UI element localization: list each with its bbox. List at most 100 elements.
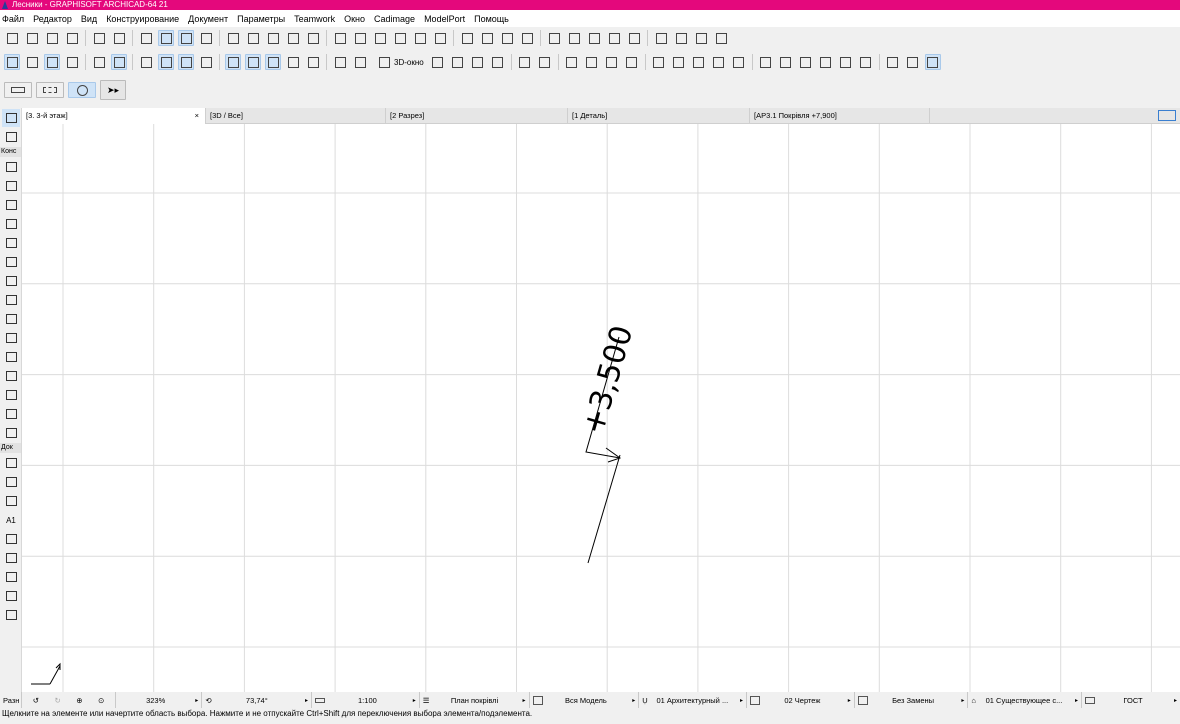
menu-view[interactable]: Вид: [81, 14, 97, 24]
window-tool-icon[interactable]: [2, 215, 20, 233]
view-tool-b-7-icon[interactable]: [564, 54, 580, 70]
elevation-marker[interactable]: +3,500: [576, 322, 640, 564]
toolbar-tool-21-icon[interactable]: [432, 30, 448, 46]
view-tool-8-icon[interactable]: [158, 54, 174, 70]
column-tool-icon[interactable]: [2, 177, 20, 195]
toolbar-tool-17-icon[interactable]: [352, 30, 368, 46]
toolbar-tool-23-icon[interactable]: [479, 30, 495, 46]
marquee-tool-icon[interactable]: [2, 128, 20, 146]
menu-modelport[interactable]: ModelPort: [424, 14, 465, 24]
wall-tool-icon[interactable]: [2, 158, 20, 176]
toolbar-tool-32-icon[interactable]: [673, 30, 689, 46]
arrow-tool-icon[interactable]: [2, 109, 20, 127]
view-tool-b-16-icon[interactable]: [758, 54, 774, 70]
tab-section[interactable]: [2 Разрез]: [386, 108, 568, 124]
menu-window[interactable]: Окно: [344, 14, 365, 24]
angle-field[interactable]: ⟲ 73,74° ▸: [202, 692, 313, 708]
3d-window-button[interactable]: 3D-окно: [374, 54, 424, 70]
tab-3d[interactable]: [3D / Все]: [206, 108, 386, 124]
view-tool-9-icon[interactable]: [178, 54, 194, 70]
toolbar-tool-14-icon[interactable]: [285, 30, 301, 46]
stair-tool-icon[interactable]: [2, 272, 20, 290]
view-tool-13-icon[interactable]: [265, 54, 281, 70]
tab-detail[interactable]: [1 Деталь]: [568, 108, 750, 124]
toolbar-tool-9-icon[interactable]: [178, 30, 194, 46]
toolbar-tool-1-icon[interactable]: [4, 30, 20, 46]
tab-layout[interactable]: [АР3.1 Покрівля +7,900]: [750, 108, 930, 124]
toolbar-tool-31-icon[interactable]: [653, 30, 669, 46]
menu-design[interactable]: Конструирование: [106, 14, 179, 24]
toolbar-tool-6-icon[interactable]: [111, 30, 127, 46]
toolbar-tool-30-icon[interactable]: [626, 30, 642, 46]
line-tool-icon[interactable]: [2, 549, 20, 567]
view-tool-16-icon[interactable]: [332, 54, 348, 70]
menu-teamwork[interactable]: Teamwork: [294, 14, 335, 24]
marquee-option-button[interactable]: [4, 82, 32, 98]
toolbar-tool-5-icon[interactable]: [91, 30, 107, 46]
toolbar-tool-10-icon[interactable]: [198, 30, 214, 46]
layer-combo-field[interactable]: ☰ План покрівлі ▸: [420, 692, 530, 708]
morph-tool-icon[interactable]: [2, 424, 20, 442]
circle-tool-icon[interactable]: [2, 568, 20, 586]
arrow-tool-button[interactable]: ➤▸: [100, 80, 126, 100]
close-tab-icon[interactable]: ×: [195, 108, 199, 124]
toolbar-tool-28-icon[interactable]: [586, 30, 602, 46]
toolbar-tool-2-icon[interactable]: [24, 30, 40, 46]
menu-document[interactable]: Документ: [188, 14, 228, 24]
pen-set-field[interactable]: Ụ 01 Архитектурный ... ▸: [639, 692, 747, 708]
renovation-field[interactable]: ⌂ 01 Существующее с... ▸: [968, 692, 1083, 708]
rotate-marquee-button[interactable]: [68, 82, 96, 98]
roof-tool-icon[interactable]: [2, 310, 20, 328]
view-tool-b-15-icon[interactable]: [731, 54, 747, 70]
view-tool-b-24-icon[interactable]: [924, 54, 941, 70]
toolbar-tool-13-icon[interactable]: [265, 30, 281, 46]
toolbar-tool-34-icon[interactable]: [713, 30, 729, 46]
fill-tool-icon[interactable]: [2, 530, 20, 548]
view-tool-b-3-icon[interactable]: [470, 54, 486, 70]
view-tool-b-9-icon[interactable]: [604, 54, 620, 70]
view-tool-b-13-icon[interactable]: [691, 54, 707, 70]
view-tool-b-17-icon[interactable]: [778, 54, 794, 70]
view-tool-7-icon[interactable]: [138, 54, 154, 70]
view-tool-3-icon[interactable]: [44, 54, 60, 70]
redo-zoom-icon[interactable]: ↻: [55, 696, 61, 705]
slab-tool-icon[interactable]: [2, 253, 20, 271]
shell-tool-icon[interactable]: [2, 329, 20, 347]
navigator-icon[interactable]: [1158, 110, 1176, 121]
view-tool-17-icon[interactable]: [352, 54, 368, 70]
toolbar-tool-22-icon[interactable]: [459, 30, 475, 46]
toolbar-tool-8-icon[interactable]: [158, 30, 174, 46]
view-tool-b-22-icon[interactable]: [885, 54, 901, 70]
view-tool-4-icon[interactable]: [64, 54, 80, 70]
view-tool-6-icon[interactable]: [111, 54, 127, 70]
mesh-tool-icon[interactable]: [2, 348, 20, 366]
object-tool-icon[interactable]: [2, 386, 20, 404]
view-tool-b-2-icon[interactable]: [450, 54, 466, 70]
toolbar-tool-16-icon[interactable]: [332, 30, 348, 46]
override-field[interactable]: Без Замены ▸: [855, 692, 969, 708]
view-tool-b-23-icon[interactable]: [905, 54, 921, 70]
level-dimension-tool-icon[interactable]: [2, 473, 20, 491]
view-tool-12-icon[interactable]: [245, 54, 261, 70]
view-tool-2-icon[interactable]: [24, 54, 40, 70]
view-tool-10-icon[interactable]: [198, 54, 214, 70]
zone-tool-icon[interactable]: [2, 405, 20, 423]
toolbar-tool-15-icon[interactable]: [305, 30, 321, 46]
view-tool-b-11-icon[interactable]: [651, 54, 667, 70]
view-tool-5-icon[interactable]: [91, 54, 107, 70]
toolbar-tool-24-icon[interactable]: [499, 30, 515, 46]
toolbar-tool-26-icon[interactable]: [546, 30, 562, 46]
view-tool-b-20-icon[interactable]: [838, 54, 854, 70]
toolbar-tool-25-icon[interactable]: [519, 30, 535, 46]
view-tool-11-icon[interactable]: [225, 54, 241, 70]
menu-cadimage[interactable]: Cadimage: [374, 14, 415, 24]
view-tool-b-1-icon[interactable]: [430, 54, 446, 70]
view-tool-b-19-icon[interactable]: [818, 54, 834, 70]
menu-edit[interactable]: Редактор: [33, 14, 72, 24]
toolbar-tool-3-icon[interactable]: [44, 30, 60, 46]
view-tool-b-12-icon[interactable]: [671, 54, 687, 70]
zoom-field[interactable]: 323% ▸: [116, 692, 203, 708]
label-tool-icon[interactable]: A1: [2, 511, 20, 529]
toolbar-tool-18-icon[interactable]: [372, 30, 388, 46]
toolbar-tool-29-icon[interactable]: [606, 30, 622, 46]
